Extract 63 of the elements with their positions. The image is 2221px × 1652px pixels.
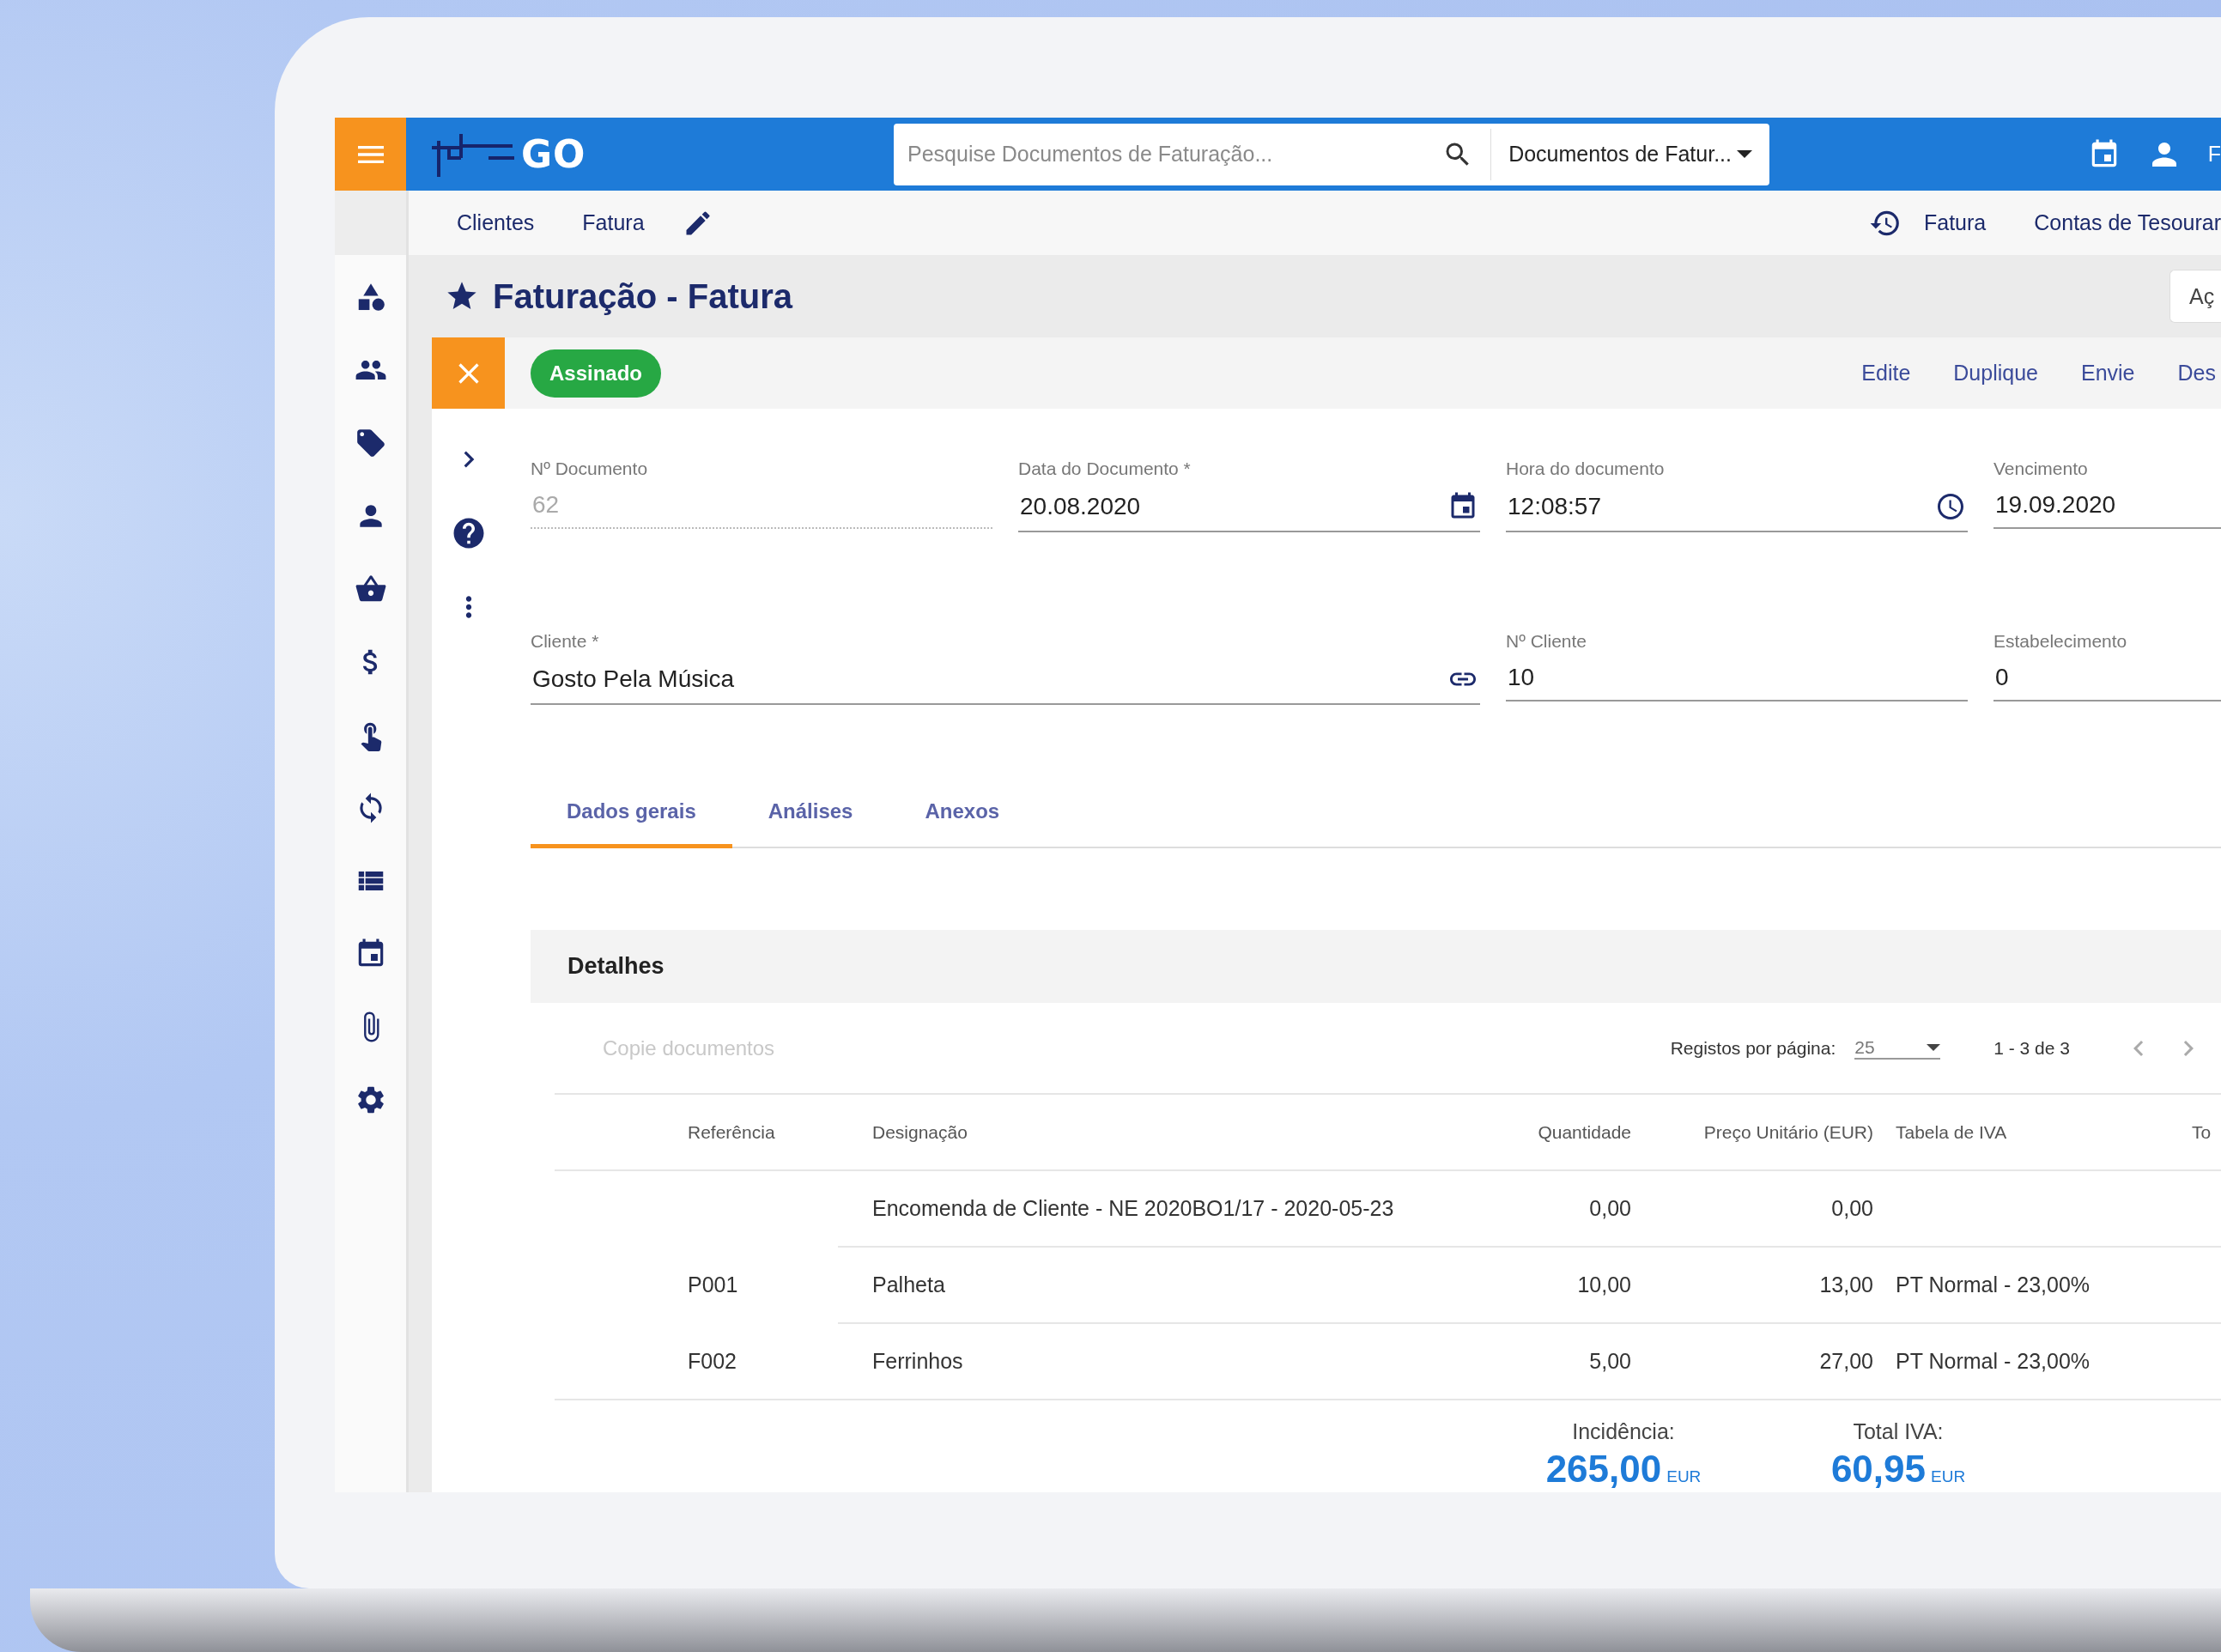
- breadcrumb-link[interactable]: Clientes: [457, 210, 535, 235]
- page-range: 1 - 3 de 3: [1993, 1037, 2070, 1059]
- caret-icon: [1737, 150, 1752, 158]
- input-field[interactable]: 20.08.2020: [1018, 491, 1480, 532]
- input-field[interactable]: 12:08:57: [1506, 491, 1968, 532]
- document-type-select[interactable]: Documentos de Fatur...: [1490, 128, 1769, 180]
- column-header: Quantidade: [1459, 1095, 1631, 1171]
- search-field[interactable]: Pesquise Documentos de Faturação... Documentos de Fatur...: [894, 123, 1769, 185]
- table-cell: Ferrinhos: [838, 1324, 1459, 1400]
- table-cell: PT Normal - 23,00%: [1873, 1248, 2169, 1324]
- logo-icon: [430, 131, 516, 177]
- table-cell: F002: [688, 1324, 838, 1400]
- tab[interactable]: Análises: [731, 787, 889, 848]
- details-title: Detalhes: [567, 953, 664, 980]
- column-header: Designação: [838, 1095, 1459, 1171]
- total-label: Incidência:: [1572, 1419, 1675, 1444]
- column-header: Preço Unitário (EUR): [1631, 1095, 1873, 1171]
- page-size-select[interactable]: 25: [1854, 1036, 1941, 1060]
- action-link[interactable]: Duplique: [1953, 361, 2038, 386]
- recent-link[interactable]: Fatura: [1924, 210, 1987, 235]
- field-label: Nº Documento: [531, 459, 649, 479]
- input-field[interactable]: 19.09.2020: [1993, 491, 2221, 529]
- table-cell: 0,00: [1459, 1171, 1631, 1248]
- user-name[interactable]: F: [2207, 142, 2221, 167]
- total-label: Total IVA:: [1853, 1419, 1944, 1444]
- tab[interactable]: Dados gerais: [531, 787, 732, 848]
- total-amount: 265,00 EUR: [1545, 1448, 1702, 1491]
- total-amount: 60,95 EUR: [1830, 1448, 1966, 1491]
- input-field[interactable]: 10: [1506, 664, 1968, 701]
- column-header: Referência: [688, 1095, 838, 1171]
- actions-button[interactable]: Aç: [2169, 270, 2221, 323]
- table-cell: PT Normal - 23,00%: [1873, 1324, 2169, 1400]
- page-title: Faturação - Fatura: [493, 276, 792, 316]
- table-cell: 27,00: [1631, 1324, 1873, 1400]
- action-link[interactable]: Des: [2177, 361, 2216, 386]
- page-size-label: Registos por página:: [1670, 1037, 1836, 1059]
- field-label: Cliente *: [531, 631, 600, 652]
- action-link[interactable]: Edite: [1861, 361, 1911, 386]
- table-cell: Encomenda de Cliente - NE 2020BO1/17 - 2020-05-23: [838, 1171, 1459, 1248]
- tab[interactable]: Anexos: [889, 787, 1036, 848]
- action-link[interactable]: Envie: [2081, 361, 2135, 386]
- field-label: Data do Documento *: [1018, 459, 1192, 479]
- field-label: Hora do documento: [1506, 459, 1666, 479]
- caret-icon: [1927, 1043, 1941, 1051]
- status-badge: Assinado: [531, 349, 662, 398]
- table-cell: Palheta: [838, 1248, 1459, 1324]
- table-cell: 0,00: [1631, 1171, 1873, 1248]
- table-cell: 13,00: [1631, 1248, 1873, 1324]
- column-header: Tabela de IVA: [1873, 1095, 2169, 1171]
- field-label: Estabelecimento: [1993, 631, 2128, 652]
- logo-text: GO: [521, 132, 586, 176]
- column-header: To: [2169, 1095, 2221, 1171]
- table-cell: 10,00: [1459, 1248, 1631, 1324]
- clock-icon[interactable]: [1935, 491, 1966, 522]
- input-field[interactable]: Gosto Pela Música: [531, 664, 1480, 705]
- recent-link[interactable]: Contas de Tesourar: [2034, 210, 2221, 235]
- field-label: Vencimento: [1993, 459, 2089, 479]
- breadcrumb-link[interactable]: Fatura: [582, 210, 645, 235]
- table-cell-text: P001: [688, 1272, 739, 1298]
- input-field[interactable]: 0: [1993, 664, 2221, 701]
- table-cell: 5,00: [1459, 1324, 1631, 1400]
- input-field: 62: [531, 491, 992, 529]
- field-label: Nº Cliente: [1506, 631, 1588, 652]
